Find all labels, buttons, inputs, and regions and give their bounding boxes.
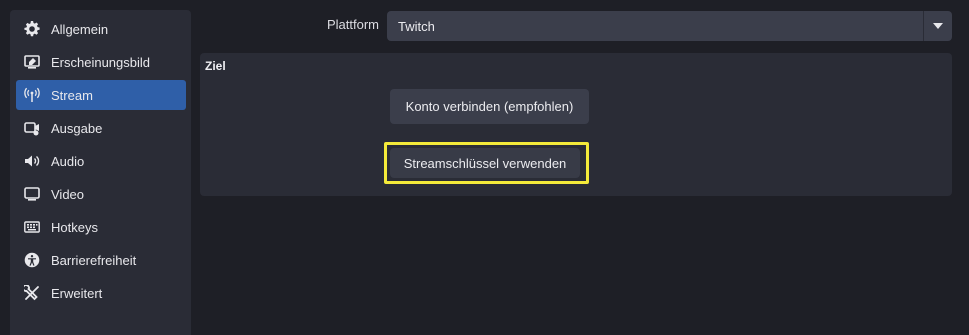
destination-title: Ziel xyxy=(205,59,226,73)
sidebar-item-label: Allgemein xyxy=(51,21,109,37)
platform-select-value: Twitch xyxy=(398,19,435,34)
accessibility-icon xyxy=(22,250,42,270)
sidebar-item-label: Video xyxy=(51,186,85,202)
sidebar-item-video[interactable]: Video xyxy=(16,179,186,209)
sidebar-item-label: Erweitert xyxy=(51,285,103,301)
output-icon xyxy=(22,118,42,138)
connect-account-button[interactable]: Konto verbinden (empfohlen) xyxy=(390,89,589,124)
sidebar-item-allgemein[interactable]: Allgemein xyxy=(16,14,186,44)
monitor-icon xyxy=(22,184,42,204)
chevron-down-icon[interactable] xyxy=(923,11,952,41)
sidebar-item-audio[interactable]: Audio xyxy=(16,146,186,176)
sidebar-item-hotkeys[interactable]: Hotkeys xyxy=(16,212,186,242)
sidebar-item-ausgabe[interactable]: Ausgabe xyxy=(16,113,186,143)
destination-group: Ziel Konto verbinden (empfohlen) Streams… xyxy=(200,53,952,196)
sidebar-item-erweitert[interactable]: Erweitert xyxy=(16,278,186,308)
platform-label: Plattform xyxy=(326,17,379,32)
keyboard-icon xyxy=(22,217,42,237)
sidebar-item-label: Ausgabe xyxy=(51,120,103,136)
sidebar-item-label: Barrierefreiheit xyxy=(51,252,137,268)
sidebar-item-label: Hotkeys xyxy=(51,219,98,235)
gear-icon xyxy=(22,19,42,39)
platform-select[interactable]: Twitch xyxy=(387,11,952,41)
sidebar-item-barrierefreiheit[interactable]: Barrierefreiheit xyxy=(16,245,186,275)
appearance-icon xyxy=(22,52,42,72)
antenna-icon xyxy=(22,85,42,105)
sidebar-item-label: Stream xyxy=(51,87,93,103)
use-stream-key-button[interactable]: Streamschlüssel verwenden xyxy=(390,148,580,178)
sidebar-item-label: Audio xyxy=(51,153,85,169)
sidebar-item-erscheinungsbild[interactable]: Erscheinungsbild xyxy=(16,47,186,77)
settings-sidebar: Allgemein Erscheinungsbild Stream Ausgab… xyxy=(10,10,191,335)
sidebar-item-label: Erscheinungsbild xyxy=(51,54,151,70)
speaker-icon xyxy=(22,151,42,171)
sidebar-item-stream[interactable]: Stream xyxy=(16,80,186,110)
tools-icon xyxy=(22,283,42,303)
